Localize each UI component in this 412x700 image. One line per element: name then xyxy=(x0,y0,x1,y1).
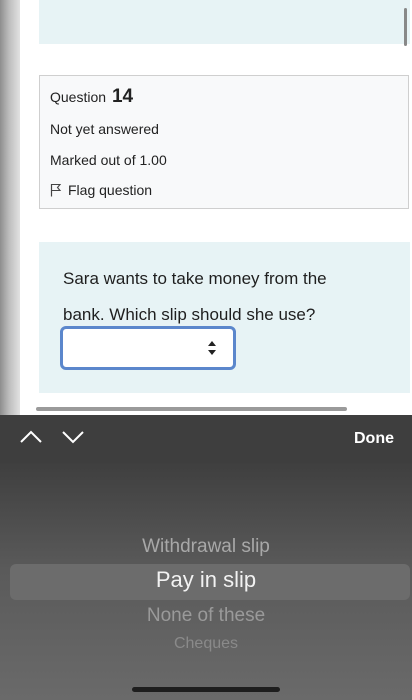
left-edge-shadow xyxy=(0,0,20,415)
question-text: Sara wants to take money from the bank. … xyxy=(63,269,327,324)
question-card: Sara wants to take money from the bank. … xyxy=(39,242,410,393)
picker-option[interactable]: None of these xyxy=(0,605,412,627)
vertical-scrollbar[interactable] xyxy=(404,8,407,46)
updown-arrows-icon xyxy=(208,341,216,355)
picker-option[interactable]: Withdrawal slip xyxy=(0,536,412,558)
flag-question-link[interactable]: Flag question xyxy=(50,182,152,198)
done-button[interactable]: Done xyxy=(354,430,394,448)
question-number: 14 xyxy=(111,86,134,107)
flag-question-label: Flag question xyxy=(68,182,153,198)
answer-status: Not yet answered xyxy=(50,121,159,137)
home-indicator[interactable] xyxy=(132,687,280,692)
chevron-up-icon[interactable] xyxy=(19,429,43,445)
question-heading: Question 14 xyxy=(50,86,133,108)
answer-select[interactable] xyxy=(60,326,236,370)
marks-info: Marked out of 1.00 xyxy=(50,152,167,168)
option-picker[interactable]: Withdrawal slip Pay in slip None of thes… xyxy=(0,463,412,700)
horizontal-scrollbar[interactable] xyxy=(36,407,347,411)
picker-option[interactable]: Cheques xyxy=(0,635,412,653)
picker-toolbar: Done xyxy=(0,415,412,463)
chevron-down-icon[interactable] xyxy=(61,429,85,445)
picker-option-selected[interactable]: Pay in slip xyxy=(0,567,412,593)
question-info-box: Question 14 Not yet answered Marked out … xyxy=(39,75,409,209)
flag-icon xyxy=(50,183,62,197)
question-label: Question xyxy=(50,89,107,105)
previous-card xyxy=(39,0,410,44)
